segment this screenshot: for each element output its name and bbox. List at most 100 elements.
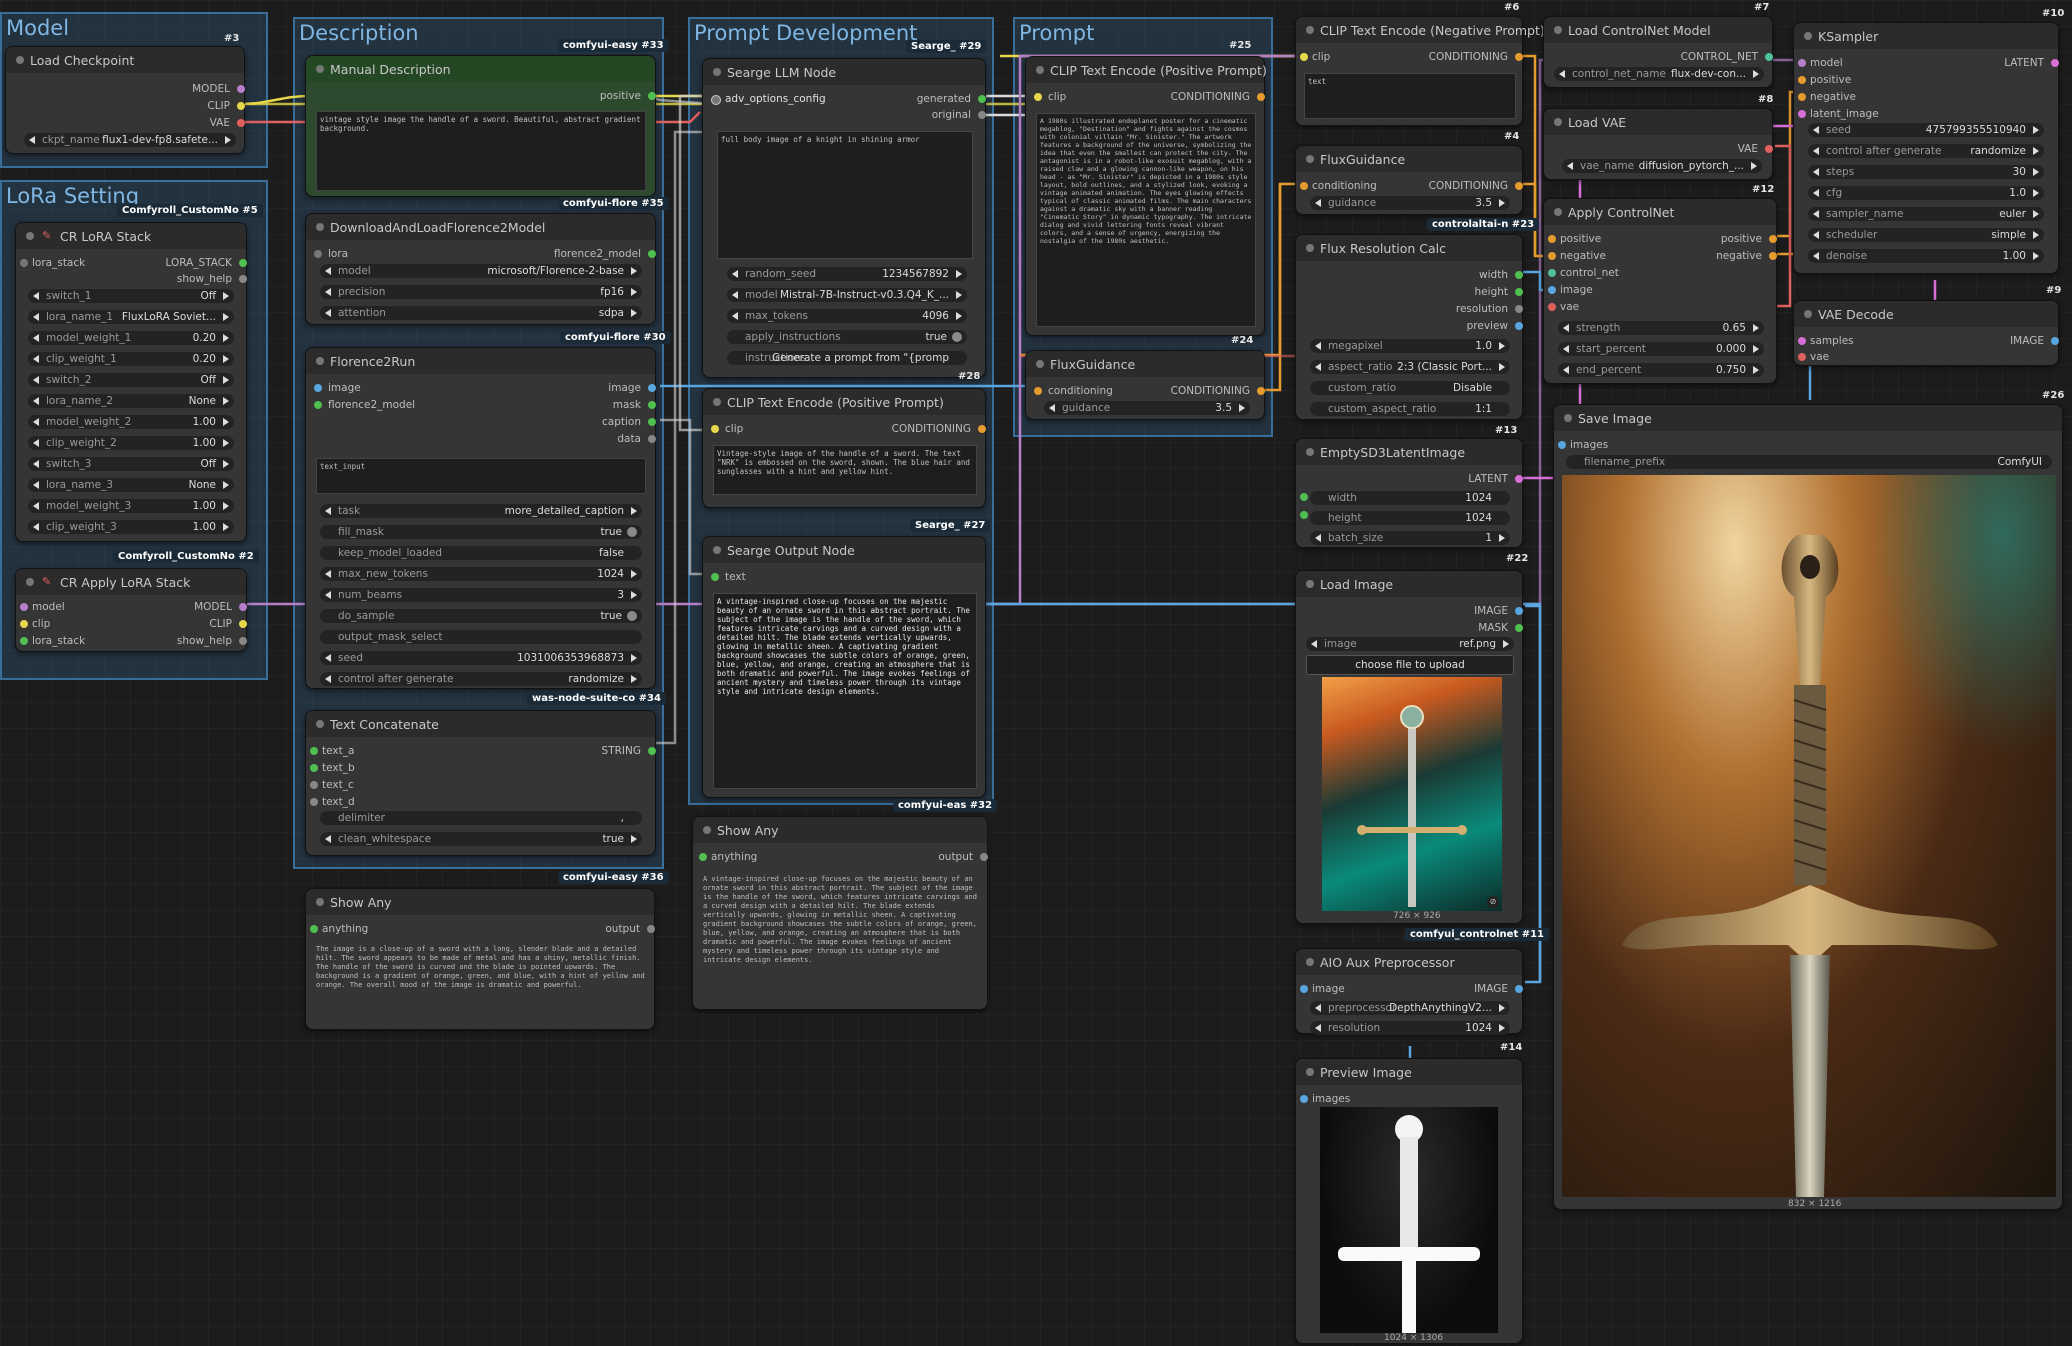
input-vae[interactable]: vae — [1560, 301, 1579, 313]
clean-whitespace-widget[interactable]: clean_whitespace true — [320, 832, 642, 846]
node-cr-lora-stack[interactable]: CR LoRA Stack ✎ lora_stack LORA_STACK sho… — [15, 222, 247, 542]
arrow-right-icon[interactable] — [223, 292, 229, 300]
steps-widget[interactable]: steps 30 — [1808, 165, 2044, 179]
node-searge-llm[interactable]: Searge LLM Node adv_options_config gener… — [702, 58, 986, 378]
model-weight-3-widget[interactable]: model_weight_3 1.00 — [28, 499, 234, 513]
arrow-right-icon[interactable] — [223, 397, 229, 405]
custom-aspect-ratio-widget[interactable]: custom_aspect_ratio 1:1 — [1310, 402, 1510, 416]
arrow-left-icon[interactable] — [33, 313, 39, 321]
socket[interactable] — [1798, 76, 1806, 84]
socket[interactable] — [1548, 252, 1556, 260]
max-tokens-widget[interactable]: max_tokens 4096 — [727, 309, 967, 323]
node-flux-guidance[interactable]: FluxGuidance conditioning CONDITIONING g… — [1025, 350, 1265, 420]
node-cr-apply-lora-stack[interactable]: CR Apply LoRA Stack ✎ model clip lora_sta… — [15, 568, 247, 652]
switch-2-widget[interactable]: switch_2 Off — [28, 373, 234, 387]
output-latent[interactable]: LATENT — [2004, 57, 2044, 69]
seed-widget[interactable]: seed 1031006353968873 — [320, 651, 642, 665]
socket[interactable] — [1300, 1095, 1308, 1103]
arrow-right-icon[interactable] — [2033, 189, 2039, 197]
image-combo[interactable]: image ref.png — [1306, 637, 1514, 651]
output-model[interactable]: MODEL — [192, 83, 230, 95]
arrow-right-icon[interactable] — [223, 313, 229, 321]
arrow-left-icon[interactable] — [33, 355, 39, 363]
socket[interactable] — [314, 384, 322, 392]
output-positive[interactable]: positive — [600, 90, 641, 102]
input-conditioning[interactable]: conditioning — [1048, 385, 1113, 397]
denoise-widget[interactable]: denoise 1.00 — [1808, 249, 2044, 263]
node-aio-aux-preprocessor[interactable]: AIO Aux Preprocessor image IMAGE preproc… — [1295, 948, 1523, 1035]
arrow-left-icon[interactable] — [1563, 324, 1569, 332]
socket[interactable] — [1034, 93, 1042, 101]
arrow-left-icon[interactable] — [33, 439, 39, 447]
batch-size-widget[interactable]: batch_size 1 — [1310, 531, 1510, 545]
negative-prompt-textarea[interactable]: text — [1304, 73, 1516, 119]
input-text-d[interactable]: text_d — [322, 796, 355, 808]
node-load-controlnet[interactable]: Load ControlNet Model CONTROL_NET contro… — [1543, 16, 1773, 88]
arrow-left-icon[interactable] — [33, 418, 39, 426]
arrow-right-icon[interactable] — [631, 309, 637, 317]
lora-name-3-widget[interactable]: lora_name_3 None — [28, 478, 234, 492]
ckpt-name-combo[interactable]: ckpt_name flux1-dev-fp8.safete... — [24, 133, 236, 147]
input-negative[interactable]: negative — [1810, 91, 1856, 103]
socket[interactable] — [310, 764, 318, 772]
input-text-c[interactable]: text_c — [322, 779, 354, 791]
output-image[interactable]: image — [608, 382, 641, 394]
arrow-right-icon[interactable] — [956, 291, 962, 299]
socket[interactable] — [978, 111, 986, 119]
arrow-left-icon[interactable] — [33, 502, 39, 510]
input-samples[interactable]: samples — [1810, 335, 1854, 347]
arrow-right-icon[interactable] — [631, 288, 637, 296]
input-positive[interactable]: positive — [1560, 233, 1601, 245]
arrow-left-icon[interactable] — [1315, 363, 1321, 371]
arrow-left-icon[interactable] — [325, 835, 331, 843]
socket[interactable] — [1257, 93, 1265, 101]
prompt-textarea[interactable]: A 1980s illustrated endoplanet poster fo… — [1036, 113, 1256, 327]
socket[interactable] — [1548, 269, 1556, 277]
socket[interactable] — [1515, 475, 1523, 483]
arrow-right-icon[interactable] — [631, 591, 637, 599]
arrow-left-icon[interactable] — [325, 267, 331, 275]
aspect-ratio-widget[interactable]: aspect_ratio 2:3 (Classic Port... — [1310, 360, 1510, 374]
socket[interactable] — [239, 275, 247, 283]
arrow-right-icon[interactable] — [1499, 534, 1505, 542]
input-text-a[interactable]: text_a — [322, 745, 354, 757]
custom-ratio-widget[interactable]: custom_ratio Disable — [1310, 381, 1510, 395]
arrow-left-icon[interactable] — [1563, 345, 1569, 353]
socket[interactable] — [648, 250, 656, 258]
socket[interactable] — [314, 401, 322, 409]
socket[interactable] — [1765, 53, 1773, 61]
node-header[interactable]: Load Checkpoint — [6, 47, 244, 73]
input-images[interactable]: images — [1570, 439, 1608, 451]
arrow-left-icon[interactable] — [732, 291, 738, 299]
output-string[interactable]: STRING — [602, 745, 641, 757]
node-download-florence2[interactable]: DownloadAndLoadFlorence2Model lora flore… — [305, 213, 656, 325]
filename-prefix-field[interactable]: filename_prefix ComfyUI — [1566, 455, 2052, 469]
text-input-field[interactable]: text_input — [316, 458, 646, 494]
arrow-left-icon[interactable] — [325, 591, 331, 599]
arrow-right-icon[interactable] — [631, 267, 637, 275]
socket[interactable] — [1515, 271, 1523, 279]
output-mask[interactable]: mask — [613, 399, 641, 411]
clip-weight-3-widget[interactable]: clip_weight_3 1.00 — [28, 520, 234, 534]
input-vae[interactable]: vae — [1810, 351, 1829, 363]
sampler-name-widget[interactable]: sampler_name euler — [1808, 207, 2044, 221]
arrow-right-icon[interactable] — [631, 507, 637, 515]
node-show-any[interactable]: Show Any anything output The image is a … — [305, 888, 655, 1030]
arrow-right-icon[interactable] — [2033, 231, 2039, 239]
input-lora-stack[interactable]: lora_stack — [32, 257, 85, 269]
node-text-concatenate[interactable]: Text Concatenate STRING text_a text_b text… — [305, 710, 656, 856]
output-vae[interactable]: VAE — [1738, 143, 1758, 155]
output-vae[interactable]: VAE — [210, 117, 230, 129]
output-mask-select-widget[interactable]: output_mask_select — [320, 630, 642, 644]
arrow-left-icon[interactable] — [33, 481, 39, 489]
lora-name-1-widget[interactable]: lora_name_1 FluxLoRA Soviet... — [28, 310, 234, 324]
input-latent-image[interactable]: latent_image — [1810, 108, 1879, 120]
output-conditioning[interactable]: CONDITIONING — [892, 423, 971, 435]
socket[interactable] — [237, 102, 245, 110]
input-anything[interactable]: anything — [711, 851, 757, 863]
vae-name-combo[interactable]: vae_name diffusion_pytorch_... — [1562, 159, 1762, 173]
arrow-left-icon[interactable] — [1813, 231, 1819, 239]
input-positive[interactable]: positive — [1810, 74, 1851, 86]
collapse-dot[interactable] — [16, 56, 24, 64]
arrow-right-icon[interactable] — [1753, 366, 1759, 374]
